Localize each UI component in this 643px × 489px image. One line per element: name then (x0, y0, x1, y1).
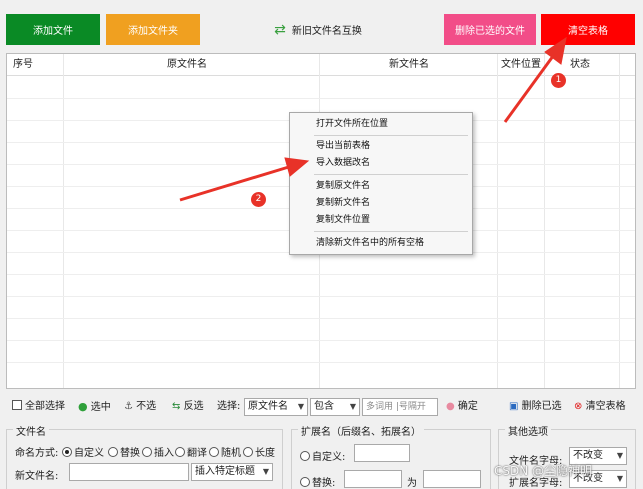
chevron-down-icon: ▼ (262, 467, 269, 476)
extension-group: 扩展名（后缀名、拓展名） 自定义: 替换: 为 (291, 423, 491, 489)
uncheck-button[interactable]: ⚓ 不选 (124, 396, 156, 418)
checkbox-icon (12, 400, 22, 410)
mode-translate-label: 翻译 (187, 448, 207, 459)
invert-button[interactable]: ⇆ 反选 (172, 396, 204, 418)
other-options-group: 其他选项 文件名字母: 不改变 ▼ 扩展名字母: 不改变 ▼ (498, 423, 636, 489)
filename-group-title: 文件名 (13, 423, 49, 438)
filename-group: 文件名 命名方式: 自定义 替换 插入 翻译 随机 长度 新文件名: 插入特定标… (6, 423, 283, 489)
ext-to-label: 为 (407, 478, 417, 489)
select-label: 选择: (217, 401, 241, 412)
check-selected-button[interactable]: ● 选中 (78, 396, 111, 418)
delete-checked-button[interactable]: ▣ 删除已选 (509, 396, 562, 418)
delete-checked-label: 删除已选 (521, 401, 562, 412)
keyword-input[interactable]: 多词用 |号隔开 (362, 398, 438, 416)
delete-icon: ▣ (509, 401, 519, 412)
confirm-label: 确定 (457, 401, 478, 412)
mode-random-label: 随机 (221, 448, 241, 459)
radio-icon (108, 447, 118, 457)
invert-label: 反选 (183, 401, 204, 412)
radio-icon (175, 447, 185, 457)
annotation-badge-2: 2 (251, 192, 266, 207)
close-circle-icon: ⊗ (574, 401, 583, 412)
radio-icon (142, 447, 152, 457)
match-select-value: 包含 (314, 401, 334, 412)
confirm-button[interactable]: ● 确定 (446, 396, 478, 418)
insert-title-value: 插入特定标题 (195, 466, 255, 477)
select-all-checkbox[interactable]: 全部选择 (12, 396, 65, 418)
mode-custom-label: 自定义 (74, 448, 104, 459)
select-all-label: 全部选择 (25, 401, 65, 412)
invert-icon: ⇆ (172, 401, 181, 412)
ext-custom-radio[interactable]: 自定义: (300, 448, 345, 463)
chevron-down-icon: ▼ (616, 451, 623, 460)
radio-icon (300, 477, 310, 487)
anchor-icon: ⚓ (124, 401, 133, 412)
mode-replace-label: 替换 (120, 448, 140, 459)
arrow-to-import-menu (179, 157, 310, 202)
chevron-down-icon: ▼ (349, 402, 356, 411)
ext-replace-to-input[interactable] (423, 470, 481, 488)
mode-length-radio[interactable]: 长度 (243, 444, 275, 459)
field-select[interactable]: 原文件名 ▼ (244, 398, 308, 416)
chevron-down-icon: ▼ (297, 402, 304, 411)
ext-custom-label: 自定义: (312, 452, 346, 463)
insert-title-select[interactable]: 插入特定标题 ▼ (191, 463, 273, 481)
check-circle-icon: ● (78, 400, 88, 413)
mode-translate-radio[interactable]: 翻译 (175, 444, 207, 459)
mode-custom-radio[interactable]: 自定义 (62, 444, 104, 459)
other-options-title: 其他选项 (505, 423, 551, 438)
ext-replace-label: 替换: (312, 478, 336, 489)
selection-toolbar: 全部选择 ● 选中 ⚓ 不选 ⇆ 反选 选择: 原文件名 ▼ 包含 ▼ 多词用 |号… (6, 396, 636, 418)
mode-insert-label: 插入 (154, 448, 174, 459)
filename-chars-value: 不改变 (573, 450, 603, 461)
uncheck-label: 不选 (136, 401, 157, 412)
field-select-value: 原文件名 (248, 401, 288, 412)
radio-icon (300, 451, 310, 461)
annotation-badge-1: 1 (551, 73, 566, 88)
mode-insert-radio[interactable]: 插入 (142, 444, 174, 459)
clear-table-toolbar-button[interactable]: ⊗ 清空表格 (574, 396, 626, 418)
chevron-down-icon: ▼ (616, 474, 623, 483)
confirm-icon: ● (446, 401, 455, 412)
check-selected-label: 选中 (90, 402, 111, 413)
radio-icon (209, 447, 219, 457)
radio-icon (243, 447, 253, 457)
mode-random-radio[interactable]: 随机 (209, 444, 241, 459)
ext-replace-from-input[interactable] (344, 470, 402, 488)
naming-mode-label: 命名方式: (15, 448, 59, 459)
mode-length-label: 长度 (255, 448, 275, 459)
new-name-label: 新文件名: (15, 471, 59, 482)
watermark: CSDN @尘隐神明 (494, 464, 593, 478)
clear-table-toolbar-label: 清空表格 (585, 401, 626, 412)
new-name-input[interactable] (69, 463, 189, 481)
ext-replace-radio[interactable]: 替换: (300, 474, 335, 489)
match-select[interactable]: 包含 ▼ (310, 398, 360, 416)
radio-icon (62, 447, 72, 457)
mode-replace-radio[interactable]: 替换 (108, 444, 140, 459)
extension-group-title: 扩展名（后缀名、拓展名） (298, 423, 424, 438)
ext-custom-input[interactable] (354, 444, 410, 462)
